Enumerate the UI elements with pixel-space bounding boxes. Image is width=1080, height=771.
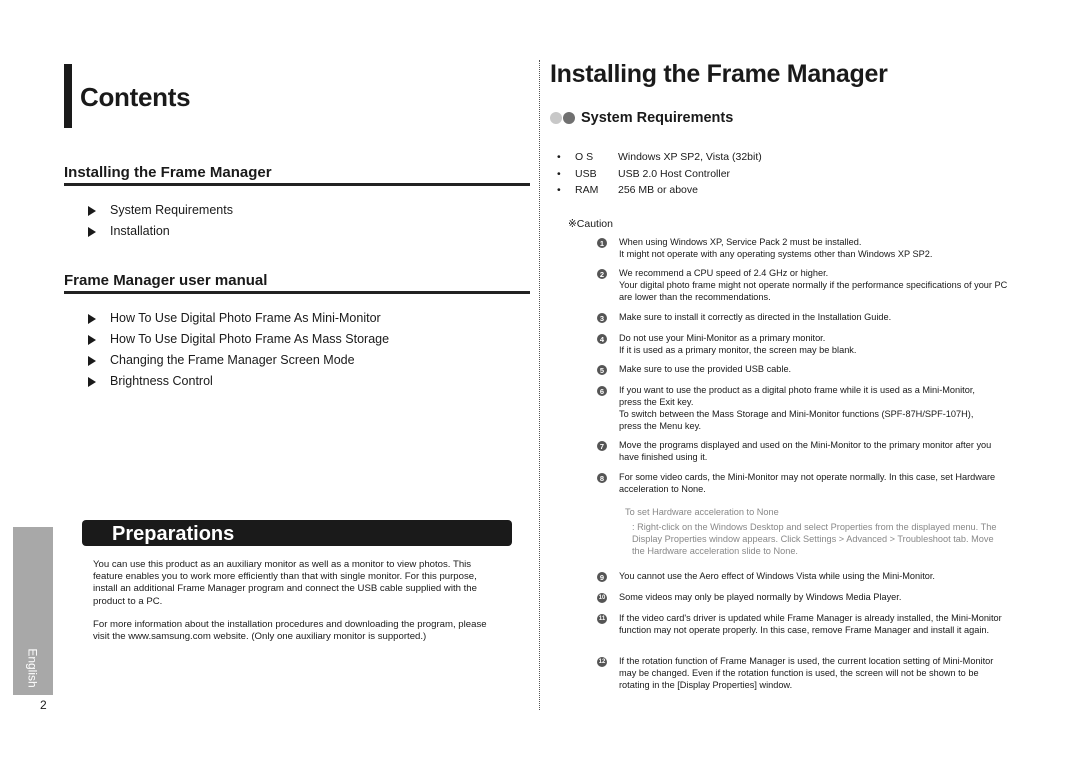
toc-item-label: Changing the Frame Manager Screen Mode [110,353,355,367]
requirement-row: • USB USB 2.0 Host Controller [557,166,730,183]
caution-note: 9 You cannot use the Aero effect of Wind… [597,570,1017,582]
section-dots-icon [550,112,576,124]
number-badge-icon: 12 [597,657,607,667]
caution-note: 2 We recommend a CPU speed of 2.4 GHz or… [597,267,1017,303]
language-tab-label: English [25,647,40,688]
hardware-acceleration-title: To set Hardware acceleration to None [625,507,779,517]
requirement-row: • O S Windows XP SP2, Vista (32bit) [557,149,762,166]
toc-item-label: How To Use Digital Photo Frame As Mass S… [110,332,390,346]
preparations-paragraph: For more information about the installat… [93,619,487,643]
arrow-right-icon [88,376,96,387]
toc-list-manual: How To Use Digital Photo Frame As Mini-M… [88,308,389,392]
caution-note: 1 When using Windows XP, Service Pack 2 … [597,236,1017,260]
caution-note: 8 For some video cards, the Mini-Monitor… [597,471,1017,495]
page-number: 2 [40,698,47,712]
caution-note: 12 If the rotation function of Frame Man… [597,656,994,690]
toc-item[interactable]: Brightness Control [88,371,389,392]
number-badge-icon: 8 [597,473,607,483]
caution-note: 3 Make sure to install it correctly as d… [597,311,1017,323]
number-badge-icon: 10 [597,593,607,603]
page-title: Installing the Frame Manager [550,60,888,88]
caution-note: 10 Some videos may only be played normal… [597,592,902,603]
caution-label: ※Caution [568,218,613,230]
arrow-right-icon [88,313,96,324]
page-divider [539,60,540,710]
number-badge-icon: 6 [597,386,607,396]
number-badge-icon: 4 [597,334,607,344]
requirement-row: • RAM 256 MB or above [557,182,698,199]
arrow-right-icon [88,355,96,366]
number-badge-icon: 5 [597,365,607,375]
number-badge-icon: 1 [597,238,607,248]
subsection-title: System Requirements [581,110,734,126]
number-badge-icon: 2 [597,269,607,279]
requirement-value: Windows XP SP2, Vista (32bit) [618,151,762,163]
caution-note: 11 If the video card's driver is updated… [597,613,1002,635]
toc-item-label: System Requirements [110,203,233,217]
dot-dark-icon [563,112,575,124]
dot-light-icon [550,112,562,124]
requirement-value: 256 MB or above [618,184,698,196]
preparations-title: Preparations [112,523,235,545]
toc-item-label: Brightness Control [110,374,213,388]
arrow-right-icon [88,334,96,345]
contents-title: Contents [80,82,191,112]
caution-note: 4 Do not use your Mini-Monitor as a prim… [597,332,1017,356]
toc-item[interactable]: How To Use Digital Photo Frame As Mini-M… [88,308,389,329]
section-divider [64,183,530,186]
number-badge-icon: 7 [597,441,607,451]
caution-note: 6 If you want to use the product as a di… [597,384,1017,432]
number-badge-icon: 3 [597,313,607,323]
bullet: • [557,151,561,163]
number-badge-icon: 9 [597,572,607,582]
toc-section-title-manual: Frame Manager user manual [64,272,268,289]
preparations-paragraph: You can use this product as an auxiliary… [93,559,477,607]
contents-accent-bar [64,64,72,128]
caution-note: 5 Make sure to use the provided USB cabl… [597,363,1017,375]
toc-section-title-installing: Installing the Frame Manager [64,164,272,181]
caution-note: 7 Move the programs displayed and used o… [597,439,1017,463]
bullet: • [557,184,561,196]
number-badge-icon: 11 [597,614,607,624]
toc-item[interactable]: Changing the Frame Manager Screen Mode [88,350,389,371]
requirement-key: O S [575,151,594,163]
toc-list-installing: System Requirements Installation [88,200,233,242]
toc-item-label: How To Use Digital Photo Frame As Mini-M… [110,311,381,325]
toc-item[interactable]: System Requirements [88,200,233,221]
toc-item[interactable]: Installation [88,221,233,242]
toc-item[interactable]: How To Use Digital Photo Frame As Mass S… [88,329,389,350]
arrow-right-icon [88,205,96,216]
hardware-acceleration-text: : Right-click on the Windows Desktop and… [632,522,997,556]
bullet: • [557,167,561,180]
requirement-value: USB 2.0 Host Controller [618,167,731,180]
requirement-key: USB [575,167,597,180]
arrow-right-icon [88,226,96,237]
toc-item-label: Installation [110,224,170,238]
requirement-key: RAM [575,184,599,196]
section-divider [64,291,530,294]
